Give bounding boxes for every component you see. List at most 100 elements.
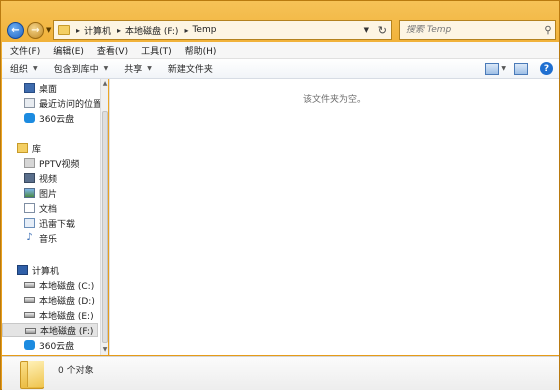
desktop-icon [24,83,35,93]
pptv-library-icon [24,158,35,168]
nav-item-music[interactable]: ♪ 音乐 [2,231,98,245]
nav-item-libraries[interactable]: 库 [2,141,98,155]
arrow-right-icon: → [31,25,40,36]
file-list-area[interactable]: 该文件夹为空。 [109,79,559,355]
nav-item-drive-e[interactable]: 本地磁盘 (E:) [2,308,98,322]
videos-icon [24,173,35,183]
recent-places-icon [24,98,35,108]
refresh-icon[interactable]: ↻ [378,24,387,37]
nav-item-recent-places[interactable]: 最近访问的位置 [2,96,100,110]
empty-folder-message: 该文件夹为空。 [302,95,366,105]
nav-item-label: 360云盘 [39,114,75,125]
search-box[interactable]: ⚲ [399,20,556,40]
nav-item-label: 本地磁盘 (D:) [39,296,95,307]
nav-item-360-cloud-2[interactable]: 360云盘 [2,338,98,352]
address-row: ← → ▼ ▸计算机 ▸本地磁盘 (F:) ▸Temp ▼ ↻ ⚲ [1,1,559,41]
folder-icon [20,361,44,389]
nav-item-label: 360云盘 [39,341,75,352]
nav-item-label: 本地磁盘 (E:) [39,311,94,322]
nav-item-drive-f[interactable]: 本地磁盘 (F:) [2,323,98,337]
nav-item-desktop[interactable]: 桌面 [2,81,98,95]
chevron-down-icon: ▼ [147,65,152,72]
share-button[interactable]: 共享 ▼ [116,62,160,75]
new-folder-button[interactable]: 新建文件夹 [160,62,221,75]
computer-icon [17,265,28,275]
nav-item-label: 视频 [39,174,58,185]
nav-item-drive-c[interactable]: 本地磁盘 (C:) [2,278,98,292]
breadcrumb-computer[interactable]: ▸ 计算机 [76,24,111,37]
nav-item-label: 计算机 [32,266,60,277]
address-bar[interactable]: ▸ 计算机 ▸ 本地磁盘 (F:) ▸ Temp ▼ ↻ [53,20,392,40]
breadcrumb-label: 计算机 [84,26,112,37]
share-label: 共享 [124,65,143,75]
chevron-down-icon: ▼ [33,65,38,72]
music-note-icon: ♪ [24,233,35,243]
breadcrumb-temp[interactable]: ▸ Temp [184,25,216,35]
nav-item-label: 库 [32,144,42,155]
hard-drive-icon [24,297,35,303]
nav-item-thunder-downloads[interactable]: 迅雷下载 [2,216,98,230]
pictures-icon [24,188,35,198]
organize-button[interactable]: 组织 ▼ [2,62,46,75]
nav-item-pictures[interactable]: 图片 [2,186,98,200]
menu-help[interactable]: 帮助(H) [177,44,222,57]
nav-item-label: 音乐 [39,234,58,245]
nav-item-label: 文档 [39,204,58,215]
breadcrumb-label: Temp [192,25,217,35]
documents-icon [24,203,35,213]
nav-item-360-cloud[interactable]: 360云盘 [2,111,98,125]
cloud-drive-icon [24,113,35,123]
include-in-library-button[interactable]: 包含到库中 ▼ [46,62,117,75]
nav-item-label: 桌面 [39,84,58,95]
scroll-down-arrow-icon[interactable]: ▼ [101,346,109,354]
details-pane: 0 个对象 [2,356,559,390]
menu-tools[interactable]: 工具(T) [133,44,177,57]
breadcrumb-drive-f[interactable]: ▸ 本地磁盘 (F:) [117,24,178,37]
nav-item-computer[interactable]: 计算机 [2,263,98,277]
toolbar-right-group: ▼ ? [477,62,553,75]
chevron-down-icon: ▼ [103,65,109,72]
new-folder-label: 新建文件夹 [167,65,213,75]
help-icon[interactable]: ? [540,62,553,75]
back-button[interactable]: ← [7,22,24,39]
downloads-icon [24,218,35,228]
address-dropdown-icon[interactable]: ▼ [364,26,369,34]
organize-label: 组织 [10,65,29,75]
menu-file[interactable]: 文件(F) [2,44,45,57]
preview-pane-icon[interactable] [514,62,528,75]
recent-pages-dropdown[interactable]: ▼ [46,26,51,34]
libraries-icon [17,143,28,153]
include-in-library-label: 包含到库中 [53,65,99,75]
nav-item-label: PPTV视频 [39,159,80,170]
breadcrumb-label: 本地磁盘 (F:) [125,26,179,37]
search-icon[interactable]: ⚲ [541,25,555,36]
nav-item-label: 图片 [39,189,58,200]
nav-item-videos[interactable]: 视频 [2,171,98,185]
hard-drive-icon [24,312,35,318]
menu-edit[interactable]: 编辑(E) [45,44,89,57]
nav-item-label: 最近访问的位置 [39,99,100,110]
scroll-thumb[interactable] [102,111,108,343]
nav-item-pptv-video[interactable]: PPTV视频 [2,156,98,170]
hard-drive-icon [25,328,36,334]
menu-view[interactable]: 查看(V) [89,44,133,57]
item-count: 0 个对象 [58,366,94,376]
explorer-window: ← → ▼ ▸计算机 ▸本地磁盘 (F:) ▸Temp ▼ ↻ ⚲ 文件(F) … [0,0,560,390]
menu-bar: 文件(F) 编辑(E) 查看(V) 工具(T) 帮助(H) [2,42,559,59]
hard-drive-icon [24,282,35,288]
folder-icon [58,25,70,35]
navigation-pane: 桌面 最近访问的位置 360云盘 库 PPTV视频 视频 图片 文档 迅雷下载 … [2,79,100,355]
nav-item-drive-d[interactable]: 本地磁盘 (D:) [2,293,98,307]
scroll-up-arrow-icon[interactable]: ▲ [101,80,109,88]
view-options-dropdown[interactable]: ▼ [501,65,506,72]
cloud-drive-icon [24,340,35,350]
nav-item-documents[interactable]: 文档 [2,201,98,215]
forward-button[interactable]: → [27,22,44,39]
change-view-icon[interactable] [485,62,500,75]
nav-pane-scrollbar[interactable]: ▲ ▼ [100,79,108,355]
search-input[interactable] [400,25,541,35]
nav-item-label: 本地磁盘 (F:) [40,326,94,337]
nav-item-label: 本地磁盘 (C:) [39,281,95,292]
arrow-left-icon: ← [11,25,20,36]
nav-item-label: 迅雷下载 [39,219,76,230]
